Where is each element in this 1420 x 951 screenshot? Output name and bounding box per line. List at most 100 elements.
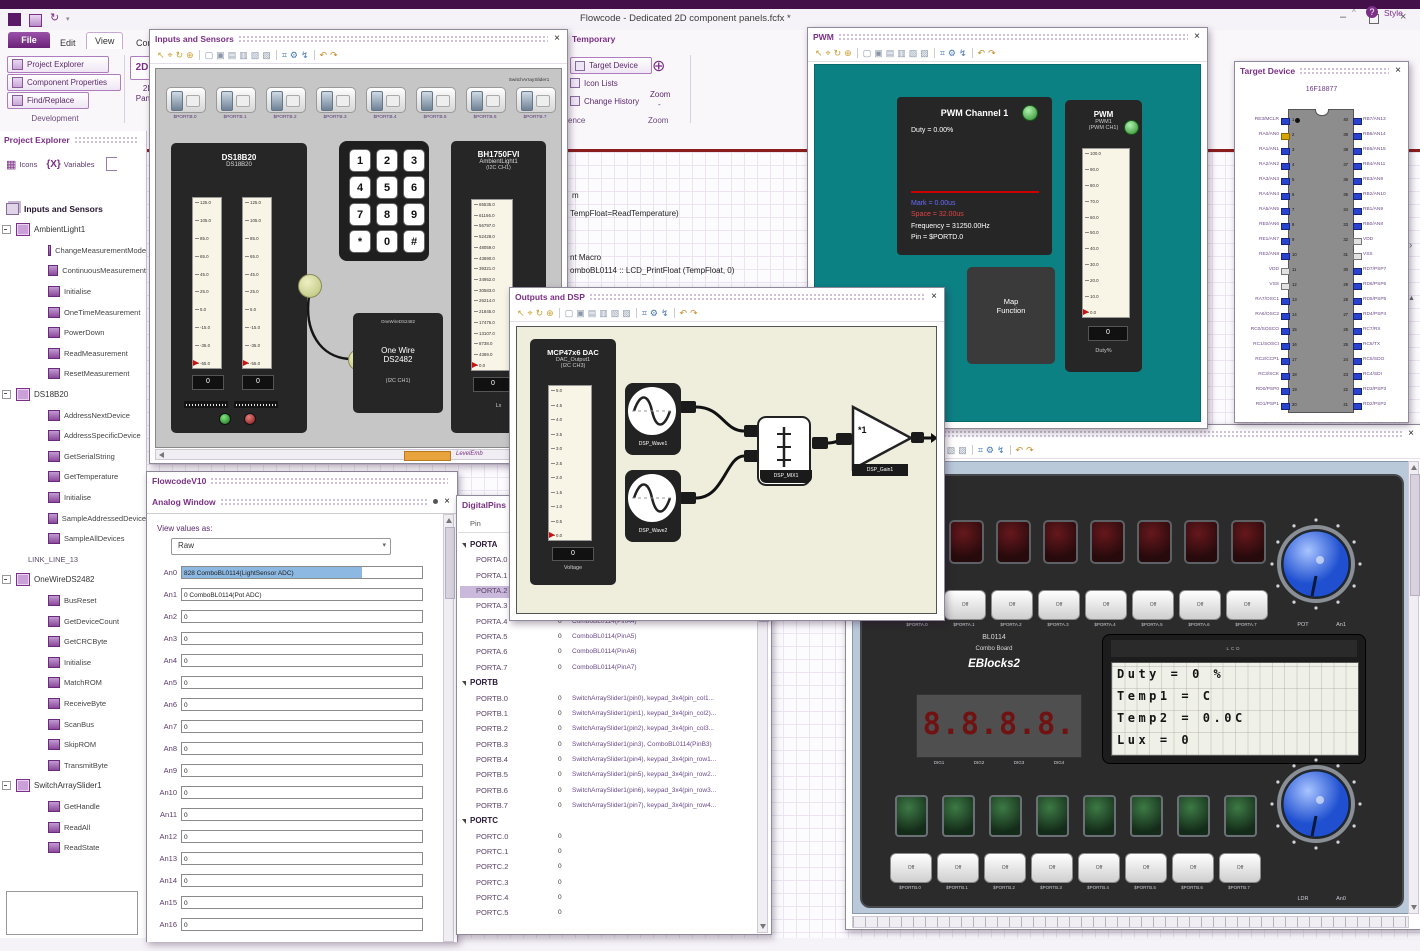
pin-row-PORTA.2[interactable]: PORTA.2	[476, 586, 507, 595]
tree-item-Initialise[interactable]: Initialise	[0, 282, 146, 300]
pin-row-PORTC.3[interactable]: PORTC.3	[476, 878, 508, 887]
undo-icon[interactable]: ↶	[320, 50, 328, 60]
portb-switch-0[interactable]: Off	[890, 853, 932, 883]
analog-value-field[interactable]: 0	[181, 764, 423, 777]
analog-value-field[interactable]: 0	[181, 654, 423, 667]
keypad-key-0[interactable]: 0	[376, 230, 398, 253]
slide-switch[interactable]	[416, 87, 456, 113]
icons-tab-label[interactable]: Icons	[19, 160, 37, 169]
quick-access-caret-icon[interactable]: ▾	[66, 15, 70, 23]
pin-row-PORTB.3[interactable]: PORTB.3	[476, 740, 508, 749]
porta-switch-7[interactable]: Off	[1226, 590, 1268, 620]
tree-item-ReadState[interactable]: ReadState	[0, 839, 146, 857]
portb-switch-7[interactable]: Off	[1219, 853, 1261, 883]
map-function-box[interactable]: Map Function	[967, 267, 1055, 364]
slider-marker[interactable]	[549, 532, 555, 538]
tree-item-ContinuousMeasurement[interactable]: ContinuousMeasurement	[0, 262, 146, 280]
portb-switch-5[interactable]: Off	[1125, 853, 1167, 883]
collapse-ribbon-icon[interactable]: ^	[1352, 8, 1356, 17]
switch-handle[interactable]	[371, 91, 383, 111]
analog-value-field[interactable]: 0	[181, 742, 423, 755]
portb-switch-2[interactable]: Off	[984, 853, 1026, 883]
pin-column-header[interactable]: Pin	[470, 519, 481, 528]
switch-button[interactable]	[536, 95, 550, 107]
rotate-cursor-icon[interactable]: ↻	[176, 50, 184, 60]
keypad-key-6[interactable]: 6	[403, 176, 425, 199]
analog-value-field[interactable]: 0	[181, 698, 423, 711]
distribute-tool-icon[interactable]: ▥	[897, 48, 906, 58]
change-history-toggle[interactable]: Change History	[570, 96, 639, 106]
tree-item-OneTimeMeasurement[interactable]: OneTimeMeasurement	[0, 303, 146, 321]
tree-item-ReadAll[interactable]: ReadAll	[0, 818, 146, 836]
porta-switch-1[interactable]: Off	[944, 590, 986, 620]
properties-gear-icon[interactable]: ⚙	[986, 445, 994, 455]
switch-handle[interactable]	[171, 91, 183, 111]
pin-row-PORTA.3[interactable]: PORTA.3	[476, 601, 507, 610]
analog-value-field[interactable]: 828 ComboBL0114(LightSensor ADC)	[181, 566, 423, 579]
simulate-icon[interactable]: ↯	[997, 445, 1005, 455]
target-device-titlebar[interactable]: Target Device ×	[1235, 62, 1408, 79]
switch-button[interactable]	[186, 95, 200, 107]
tree-item-SampleAddressedDevice[interactable]: SampleAddressedDevice	[0, 509, 146, 527]
portb-switch-6[interactable]: Off	[1172, 853, 1214, 883]
analog-value-field[interactable]: 0	[181, 852, 423, 865]
undo-icon[interactable]: ↶	[978, 48, 986, 58]
redo-icon[interactable]: ↷	[1026, 445, 1034, 455]
switch-button[interactable]	[286, 95, 300, 107]
group-expander-icon[interactable]	[462, 819, 466, 825]
close-icon[interactable]: ×	[1192, 31, 1202, 42]
connections-icon[interactable]: ⌗	[282, 50, 287, 60]
slider-marker[interactable]	[1083, 309, 1089, 315]
portb-switch-1[interactable]: Off	[937, 853, 979, 883]
inputs-canvas[interactable]: SwitchArraySlider1 $PORTB.0 $PORTB.1 $PORT…	[155, 68, 562, 448]
analog-value-field[interactable]: 0	[181, 874, 423, 887]
tree-item-ScanBus[interactable]: ScanBus	[0, 715, 146, 733]
analog-value-field[interactable]: 0	[181, 786, 423, 799]
slide-switch[interactable]	[166, 87, 206, 113]
outputs-canvas[interactable]: MCP47x6 DAC DAC_Output1 (I2C CH3) 5.0 4.5…	[516, 326, 937, 614]
keypad-key-3[interactable]: 3	[403, 149, 425, 172]
analog-window-titlebar[interactable]: Analog Window ×	[147, 493, 457, 510]
properties-gear-icon[interactable]: ⚙	[650, 308, 658, 318]
mirror-tool-icon[interactable]: ▧	[909, 48, 918, 58]
align-tool-icon[interactable]: ▤	[588, 308, 597, 318]
vertical-scrollbar[interactable]	[443, 514, 455, 942]
tree-item-OneWireDS2482[interactable]: OneWireDS2482	[0, 571, 146, 589]
pin-row-PORTA.0[interactable]: PORTA.0	[476, 555, 507, 564]
slider-marker[interactable]	[193, 360, 199, 366]
style-button[interactable]: Style	[1384, 8, 1403, 18]
select-cursor-icon[interactable]: ↖	[157, 50, 165, 60]
slider-marker[interactable]	[472, 362, 478, 368]
pan-cursor-icon[interactable]: ⊕	[186, 50, 194, 60]
pin-row-PORTC.0[interactable]: PORTC.0	[476, 832, 508, 841]
analog-value-field[interactable]: 0 ComboBL0114(Pot ADC)	[181, 588, 423, 601]
tree-item-Inputs and Sensors[interactable]: Inputs and Sensors	[0, 200, 146, 218]
keypad-key-5[interactable]: 5	[376, 176, 398, 199]
properties-gear-icon[interactable]: ⚙	[290, 50, 298, 60]
doc-tab-temporary[interactable]: Temporary	[572, 34, 615, 44]
keypad-key-#[interactable]: #	[403, 230, 425, 253]
mirror-tool-icon[interactable]: ▧	[611, 308, 620, 318]
pin-row-PORTA.4[interactable]: PORTA.4	[476, 617, 507, 626]
dsp-wave2-dial[interactable]	[626, 472, 678, 524]
undo-icon[interactable]: ↻	[50, 11, 59, 24]
connections-icon[interactable]: ⌗	[642, 308, 647, 318]
horizontal-scrollbar[interactable]	[852, 916, 1409, 928]
chevron-right-icon[interactable]: ›	[1409, 240, 1412, 251]
tree-item-ReadMeasurement[interactable]: ReadMeasurement	[0, 344, 146, 362]
group-tool-icon[interactable]: ▣	[576, 308, 585, 318]
pin-row-PORTC.2[interactable]: PORTC.2	[476, 862, 508, 871]
pwm-meter-component[interactable]: PWM PWM1 (PWM CH1) 100.0 90.0 80.0 70.0 60.0…	[1065, 100, 1142, 372]
save-icon[interactable]	[29, 14, 42, 27]
tab-edit[interactable]: Edit	[52, 35, 84, 51]
pwm-panel-titlebar[interactable]: PWM ×	[808, 28, 1207, 45]
scroll-thumb[interactable]	[445, 527, 455, 599]
tree-item-TransmitByte[interactable]: TransmitByte	[0, 756, 146, 774]
project-explorer-button[interactable]: Project Explorer	[7, 56, 109, 73]
analog-value-field[interactable]: 0	[181, 676, 423, 689]
chevron-up-icon[interactable]: ▲	[1408, 295, 1415, 302]
find-replace-button[interactable]: Find/Replace	[7, 92, 89, 109]
variables-tab-label[interactable]: Variables	[64, 160, 95, 169]
portb-switch-3[interactable]: Off	[1031, 853, 1073, 883]
keypad-key-1[interactable]: 1	[349, 149, 371, 172]
